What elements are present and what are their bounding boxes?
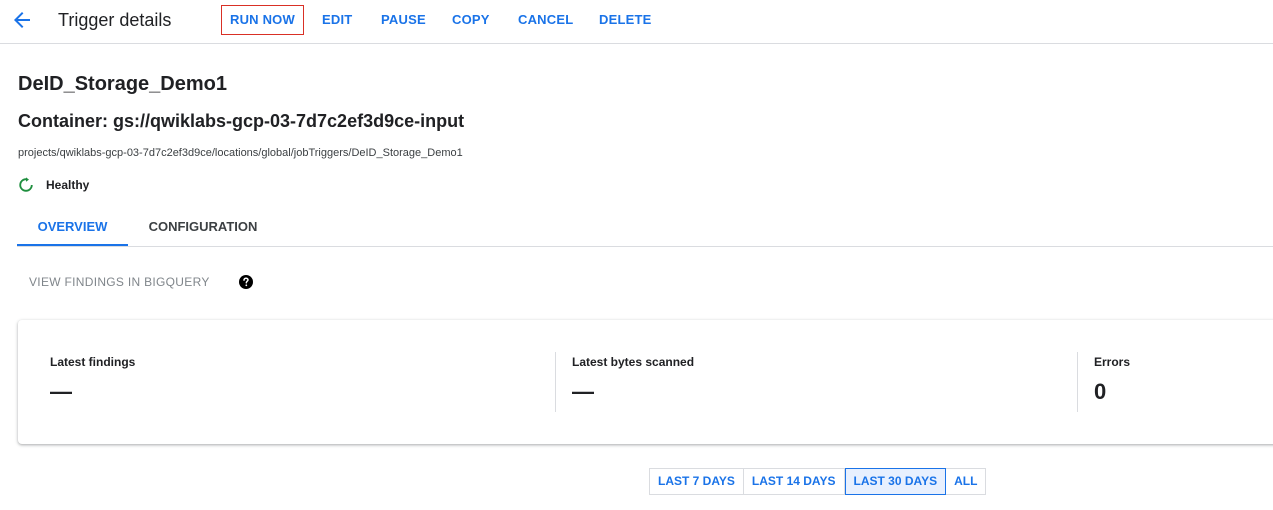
status-label: Healthy <box>46 178 90 192</box>
healthy-refresh-icon <box>19 177 33 192</box>
errors-value: 0 <box>1094 379 1107 404</box>
latest-findings-label: Latest findings <box>50 355 136 369</box>
metric-divider <box>1077 352 1078 412</box>
range-all-button[interactable]: ALL <box>946 469 985 494</box>
latest-findings-value: — <box>50 379 72 404</box>
resource-path: projects/qwiklabs-gcp-03-7d7c2ef3d9ce/lo… <box>18 147 463 159</box>
cancel-button[interactable]: CANCEL <box>518 5 573 35</box>
trigger-name: DeID_Storage_Demo1 <box>18 73 227 95</box>
range-7-days-button[interactable]: LAST 7 DAYS <box>650 469 744 494</box>
tab-configuration[interactable]: CONFIGURATION <box>139 208 267 246</box>
view-findings-bigquery-link[interactable]: VIEW FINDINGS IN BIGQUERY <box>29 274 210 290</box>
range-14-days-button[interactable]: LAST 14 DAYS <box>744 469 845 494</box>
delete-button[interactable]: DELETE <box>599 5 651 35</box>
time-range-selector: LAST 7 DAYS LAST 14 DAYS LAST 30 DAYS AL… <box>649 468 987 495</box>
run-now-button[interactable]: RUN NOW <box>221 5 304 35</box>
edit-button[interactable]: EDIT <box>322 5 352 35</box>
tab-overview[interactable]: OVERVIEW <box>17 208 128 246</box>
tab-bar: OVERVIEW CONFIGURATION <box>17 208 1273 247</box>
latest-bytes-value: — <box>572 379 594 404</box>
latest-bytes-label: Latest bytes scanned <box>572 355 695 369</box>
page-title: Trigger details <box>58 10 172 30</box>
copy-button[interactable]: COPY <box>452 5 490 35</box>
arrow-back-icon[interactable] <box>10 8 34 32</box>
pause-button[interactable]: PAUSE <box>381 5 426 35</box>
errors-label: Errors <box>1094 355 1131 369</box>
metric-divider <box>555 352 556 412</box>
help-circle-icon[interactable] <box>238 274 254 290</box>
metrics-card: Latest findings — Latest bytes scanned —… <box>18 320 1273 444</box>
top-app-bar: Trigger details RUN NOW EDIT PAUSE COPY … <box>0 0 1273 44</box>
container-path: Container: gs://qwiklabs-gcp-03-7d7c2ef3… <box>18 111 465 131</box>
range-30-days-button[interactable]: LAST 30 DAYS <box>844 468 947 495</box>
